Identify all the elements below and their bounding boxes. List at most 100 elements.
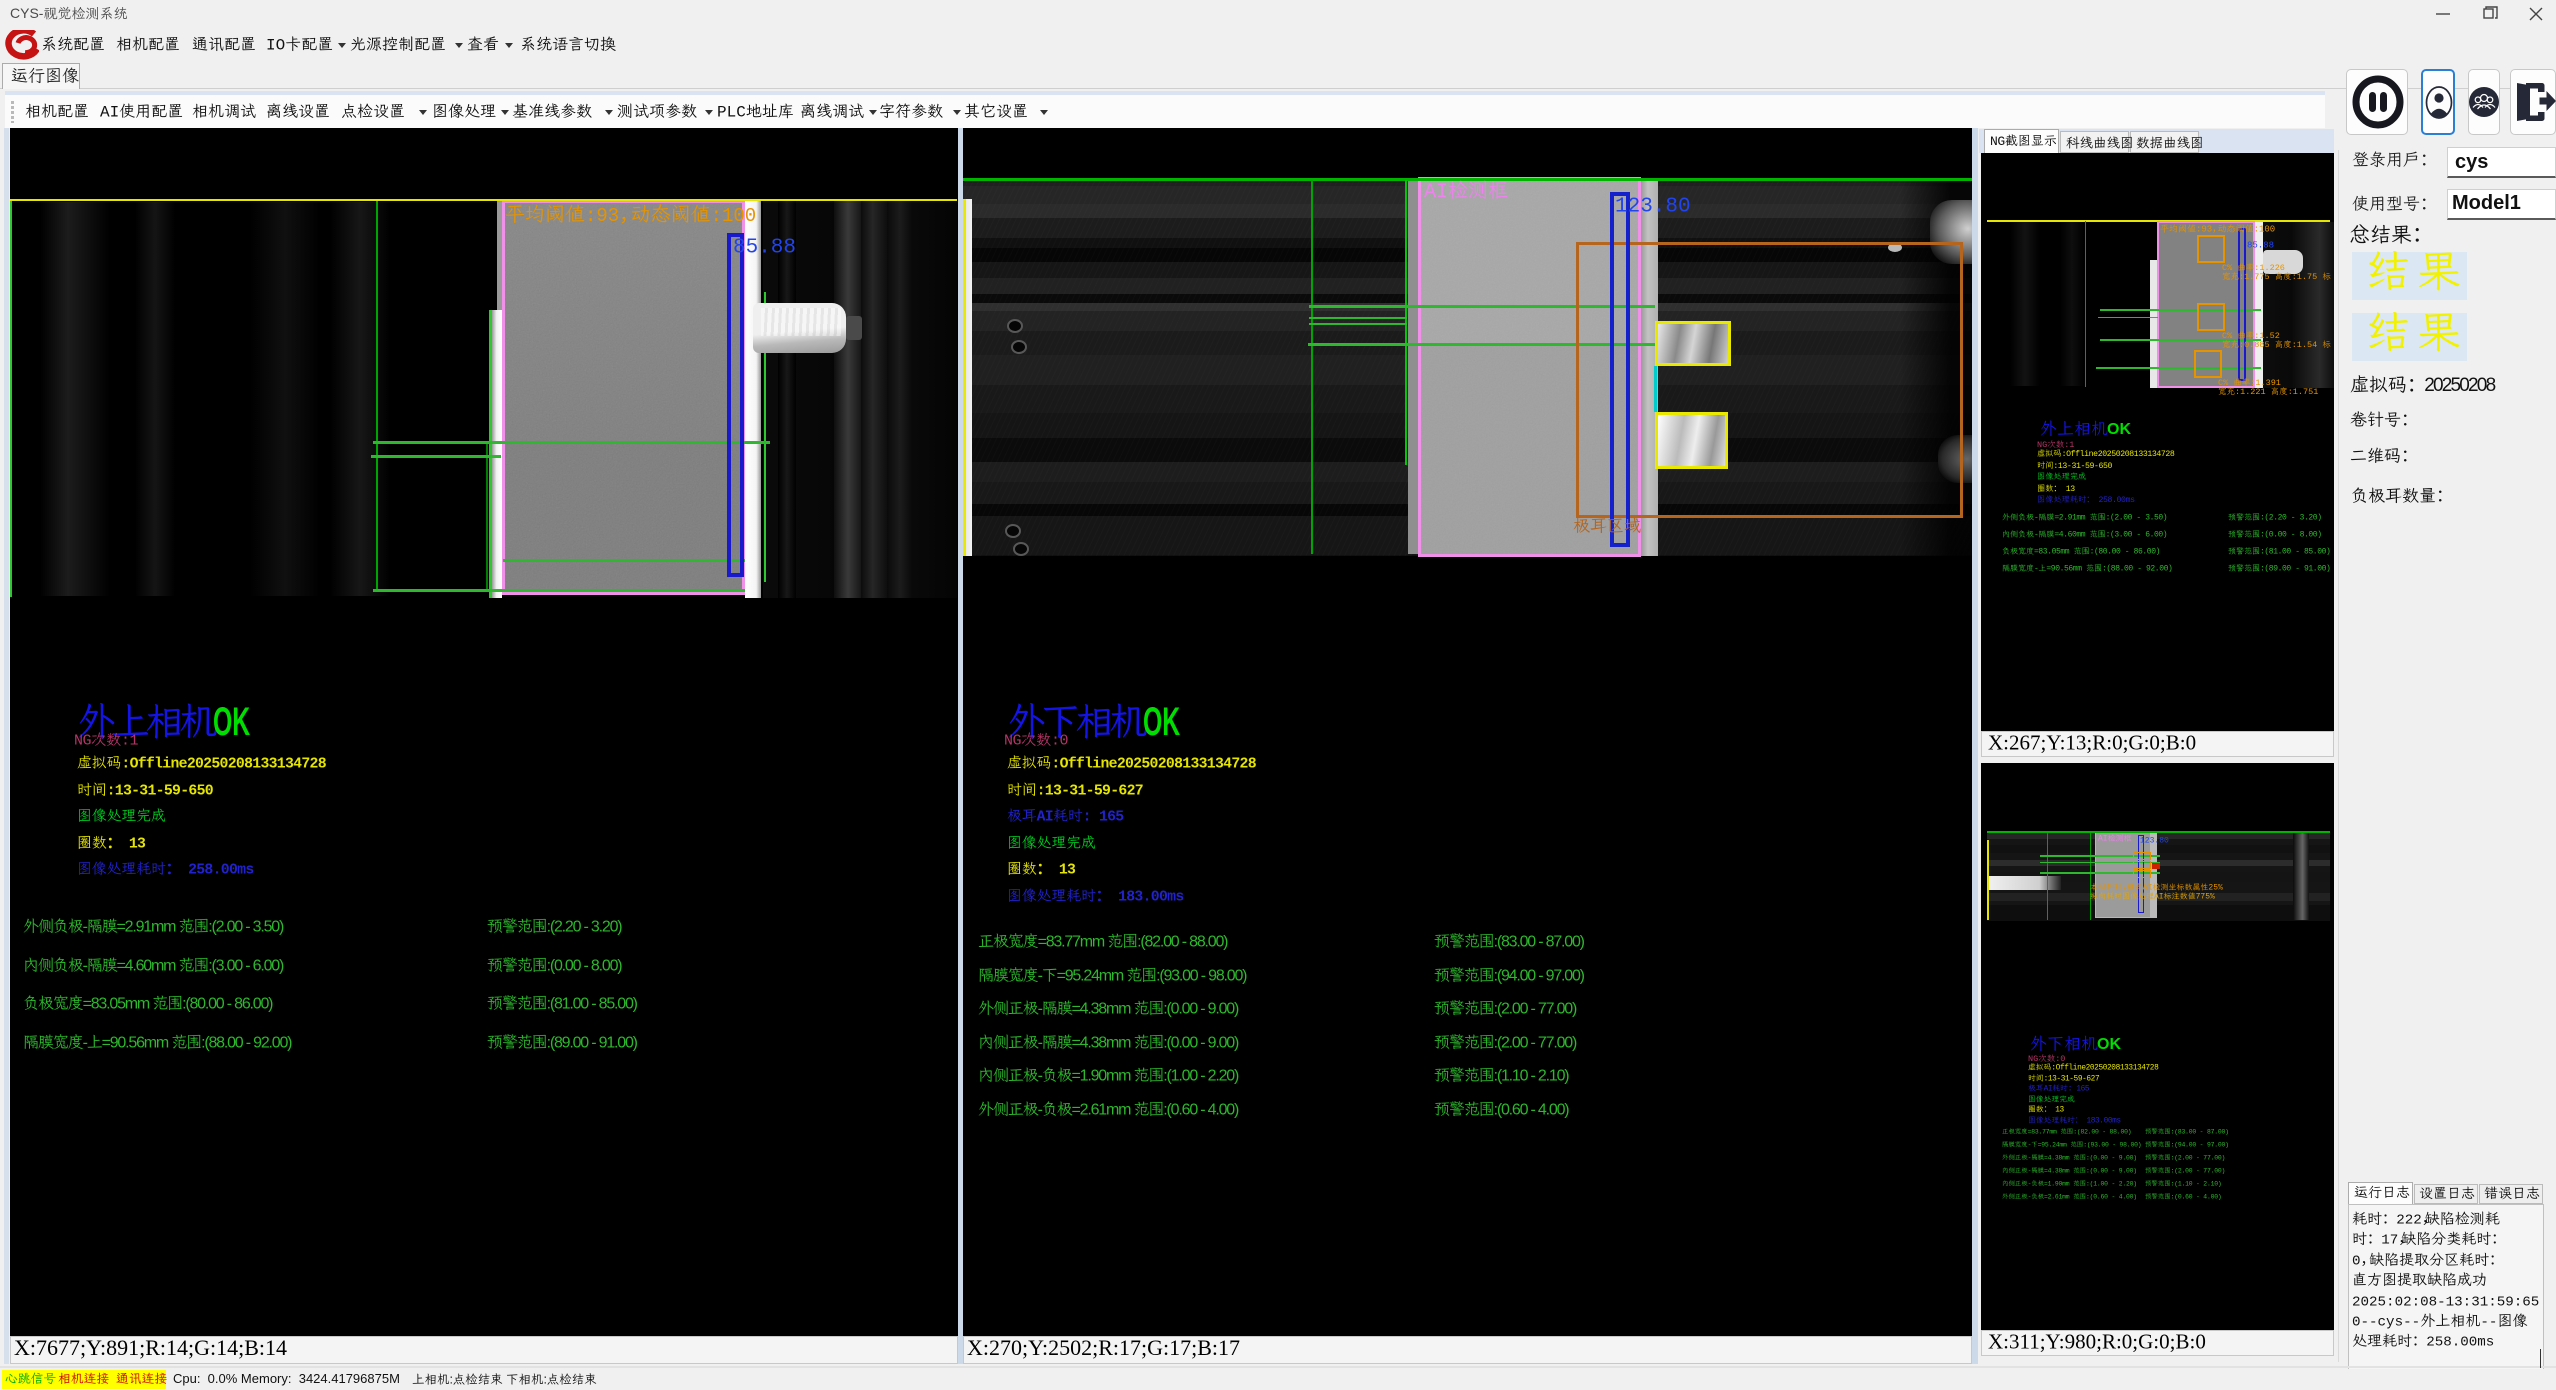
svg-text::(89.00 - 91.00): :(89.00 - 91.00)	[2260, 565, 2330, 574]
svg-text::(89.00 - 91.00): :(89.00 - 91.00)	[547, 1034, 638, 1051]
svg-text::Offline20250208133134728: :Offline20250208133134728	[2062, 449, 2175, 459]
svg-text:=4.60mm: =4.60mm	[117, 957, 179, 974]
svg-text::13-31-59-627: :13-31-59-627	[1037, 783, 1143, 799]
svg-text:X:270;Y:2502;R:17;G:17;B:17: X:270;Y:2502;R:17;G:17;B:17	[967, 1335, 1240, 1360]
svg-text::(2.00 - 3.50): :(2.00 - 3.50)	[208, 918, 284, 935]
svg-text:：: ：	[2489, 1253, 2503, 1269]
svg-text::(80.00 - 86.00): :(80.00 - 86.00)	[182, 995, 273, 1012]
svg-text:0--cys--: 0--cys--	[2352, 1315, 2420, 1331]
svg-text::(1.10 - 2.10): :(1.10 - 2.10)	[1494, 1067, 1570, 1084]
svg-text::(82.00 - 88.00): :(82.00 - 88.00)	[1137, 933, 1228, 950]
svg-text::(0.00 - 8.00): :(0.00 - 8.00)	[547, 957, 623, 974]
svg-text:：258.00ms: ：258.00ms	[2412, 1335, 2494, 1351]
svg-text:： 13: ： 13	[2044, 1106, 2065, 1115]
svg-text::(0.00 - 9.00): :(0.00 - 9.00)	[1163, 1000, 1239, 1017]
svg-text:: 165: : 165	[1083, 810, 1125, 826]
svg-text:-: -	[1038, 1000, 1043, 1017]
svg-text:： 13: ： 13	[2053, 484, 2075, 493]
svg-text:OK: OK	[2107, 421, 2131, 438]
svg-text::0.885: :0.885	[2239, 340, 2275, 350]
svg-text:=83.05mm: =83.05mm	[2034, 548, 2074, 557]
svg-text::(3.00 - 6.00): :(3.00 - 6.00)	[208, 957, 284, 974]
svg-text::(2.20 - 3.20): :(2.20 - 3.20)	[547, 918, 623, 935]
svg-text:-: -	[1038, 1067, 1043, 1084]
svg-text:85.88: 85.88	[733, 237, 796, 260]
svg-text::Offline20250208133134728: :Offline20250208133134728	[2051, 1065, 2159, 1073]
svg-text:：: ：	[2401, 448, 2418, 467]
svg-text::(0.00 - 8.00): :(0.00 - 8.00)	[2260, 531, 2322, 540]
svg-text:OK: OK	[2097, 1036, 2121, 1053]
svg-text:NG: NG	[1990, 134, 2005, 149]
svg-text:=4.60mm: =4.60mm	[2054, 531, 2089, 540]
svg-text::(93.00 - 98.00): :(93.00 - 98.00)	[1156, 967, 1247, 984]
svg-text::(80.00 - 86.00): :(80.00 - 86.00)	[2090, 548, 2160, 557]
svg-text:AI: AI	[2154, 893, 2164, 902]
svg-text::(2.00 - 3.50): :(2.00 - 3.50)	[2106, 514, 2168, 523]
svg-text:： 13: ： 13	[107, 836, 146, 852]
svg-text::(0.00 - 9.00): :(0.00 - 9.00)	[2086, 1167, 2137, 1174]
svg-text:775%: 775%	[2196, 893, 2215, 902]
svg-text::0: :0	[1051, 733, 1069, 750]
svg-text:： 258.00ms: ： 258.00ms	[2086, 496, 2135, 505]
svg-text:： 258.00ms: ： 258.00ms	[166, 863, 254, 879]
svg-text::(0.60 - 4.00): :(0.60 - 4.00)	[2171, 1193, 2222, 1200]
svg-text::(1.00 - 2.20): :(1.00 - 2.20)	[2086, 1180, 2137, 1187]
svg-text:2025:02:08-13:31:59:65: 2025:02:08-13:31:59:65	[2352, 1294, 2539, 1310]
svg-text::(88.00 - 92.00): :(88.00 - 92.00)	[2102, 565, 2172, 574]
svg-text::(94.00 - 97.00): :(94.00 - 97.00)	[1494, 967, 1585, 984]
svg-text::1: :1	[121, 733, 139, 750]
svg-text:： 183.00ms: ： 183.00ms	[1096, 889, 1184, 905]
svg-text::(2.00 - 77.00): :(2.00 - 77.00)	[2171, 1167, 2226, 1174]
svg-text:: 165: : 165	[2068, 1086, 2090, 1094]
svg-text:=95.24mm: =95.24mm	[2038, 1141, 2071, 1148]
svg-text::(2.00 - 77.00): :(2.00 - 77.00)	[1494, 1034, 1577, 1051]
svg-text::93，: :93，	[2196, 225, 2221, 235]
svg-text:=90.56mm: =90.56mm	[2046, 565, 2086, 574]
svg-text::1.54: :1.54	[2292, 340, 2323, 350]
svg-text:OK: OK	[1143, 700, 1180, 744]
svg-text:： 13: ： 13	[1037, 863, 1076, 879]
svg-text::93，: :93，	[585, 205, 638, 227]
svg-text::(0.60 - 4.00): :(0.60 - 4.00)	[2086, 1193, 2137, 1200]
svg-text:=83.05mm: =83.05mm	[83, 995, 153, 1012]
svg-text::(88.00 - 92.00): :(88.00 - 92.00)	[201, 1034, 292, 1051]
svg-text:=2.91mm: =2.91mm	[2054, 514, 2089, 523]
svg-text::(2.20 - 3.20): :(2.20 - 3.20)	[2260, 514, 2322, 523]
svg-text:NG: NG	[1004, 733, 1022, 750]
svg-text::Offline20250208133134728: :Offline20250208133134728	[1051, 756, 1256, 772]
svg-text:=90.56mm: =90.56mm	[102, 1034, 172, 1051]
svg-text:AI: AI	[1037, 810, 1053, 826]
svg-text:=4.38mm: =4.38mm	[1072, 1000, 1134, 1017]
svg-text:=4.38mm: =4.38mm	[1072, 1034, 1134, 1051]
svg-text::1.751: :1.751	[2288, 387, 2319, 397]
svg-text:cys: cys	[2455, 151, 2488, 173]
svg-text::(81.00 - 85.00): :(81.00 - 85.00)	[2260, 548, 2330, 557]
svg-text:AI: AI	[1424, 181, 1448, 204]
svg-text:-: -	[2034, 531, 2038, 540]
svg-text::(83.00 - 87.00): :(83.00 - 87.00)	[1494, 933, 1585, 950]
svg-text:： 183.00ms: ： 183.00ms	[2075, 1116, 2122, 1125]
svg-text::(1.00 - 2.20): :(1.00 - 2.20)	[1163, 1067, 1239, 1084]
svg-text::(0.00 - 9.00): :(0.00 - 9.00)	[2086, 1154, 2137, 1161]
svg-text::13-31-59-650: :13-31-59-650	[2053, 461, 2112, 470]
svg-text:-: -	[2028, 1167, 2032, 1174]
svg-text:CYS-: CYS-	[10, 5, 44, 21]
svg-text::(0.60 - 4.00): :(0.60 - 4.00)	[1163, 1101, 1239, 1118]
svg-text:：20250208: ：20250208	[2407, 375, 2496, 396]
svg-text:-: -	[1038, 1034, 1043, 1051]
svg-text::: :	[450, 1373, 453, 1387]
svg-text:-: -	[2034, 565, 2038, 574]
svg-text::13-31-59-627: :13-31-59-627	[2044, 1075, 2100, 1083]
svg-text::1.775: :1.775	[2239, 272, 2275, 282]
svg-text:-: -	[1038, 967, 1043, 984]
svg-text::100: :100	[711, 205, 757, 227]
svg-text::(82.00 - 88.00): :(82.00 - 88.00)	[2073, 1128, 2131, 1135]
svg-text::1.75: :1.75	[2292, 272, 2323, 282]
svg-text:85.88: 85.88	[2247, 241, 2274, 251]
svg-text:-: -	[83, 957, 88, 974]
svg-text:=2.61mm: =2.61mm	[1072, 1101, 1134, 1118]
svg-text:：: ：	[2420, 152, 2437, 171]
svg-text:-: -	[1038, 1101, 1043, 1118]
svg-text:：: ：	[2401, 412, 2418, 431]
svg-text::: :	[544, 1373, 547, 1387]
